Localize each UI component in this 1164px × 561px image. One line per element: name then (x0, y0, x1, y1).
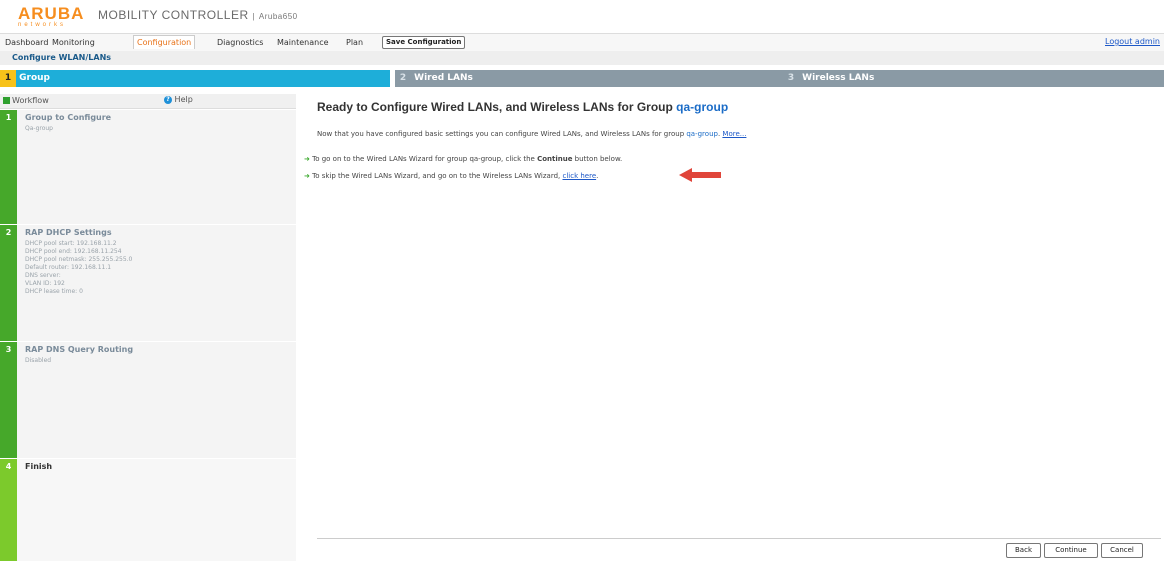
aruba-logo: ARUBA networks (18, 5, 84, 29)
step-number: 3 (5, 345, 12, 354)
step-label: Group (19, 73, 50, 83)
red-annotation-arrow-icon (679, 168, 721, 182)
intro-body: Now that you have configured basic setti… (317, 130, 687, 138)
intro-group-name: qa-group (686, 130, 718, 138)
workflow-tab[interactable]: Workflow (12, 96, 49, 105)
workflow-step-rap-dns[interactable]: 3 RAP DNS Query Routing Disabled (0, 342, 296, 458)
tab-plan[interactable]: Plan (343, 36, 366, 49)
step-detail: Disabled (25, 357, 52, 364)
main-heading: Ready to Configure Wired LANs, and Wirel… (317, 100, 728, 114)
logo-text: ARUBA (18, 4, 85, 23)
step-number: 1 (5, 113, 12, 122)
step-wired-lans[interactable]: 2 Wired LANs (395, 70, 783, 87)
intro-text: Now that you have configured basic setti… (317, 130, 747, 138)
product-name: MOBILITY CONTROLLER (98, 8, 249, 22)
tab-diagnostics[interactable]: Diagnostics (214, 36, 266, 49)
page-title: Configure WLAN/LANs (12, 53, 112, 62)
heading-group-name: qa-group (676, 100, 729, 114)
header: ARUBA networks MOBILITY CONTROLLER | Aru… (0, 0, 1164, 33)
step-title: Group to Configure (25, 113, 112, 122)
main-nav: Dashboard Monitoring Configuration Diagn… (0, 33, 1164, 52)
tab-configuration[interactable]: Configuration (133, 35, 196, 49)
help-label: Help (174, 95, 193, 104)
title-separator: | (252, 12, 256, 21)
step-number: 1 (0, 70, 16, 87)
step-number: 2 (5, 228, 12, 237)
cancel-button[interactable]: Cancel (1101, 543, 1143, 558)
step-number: 3 (787, 73, 795, 83)
continue-bold: Continue (537, 155, 573, 163)
heading-text: Ready to Configure Wired LANs, and Wirel… (317, 100, 677, 114)
step-bar (0, 110, 17, 224)
step-label: Wireless LANs (802, 73, 875, 83)
step-bar (0, 459, 17, 561)
click-here-link[interactable]: click here (562, 172, 596, 180)
step-bar (0, 225, 17, 341)
help-icon: ? (164, 95, 172, 104)
instruction-suffix: button below. (572, 155, 623, 163)
step-title: Finish (25, 462, 53, 471)
more-link[interactable]: More... (722, 130, 746, 138)
tab-dashboard[interactable]: Dashboard (2, 36, 51, 49)
logout-link[interactable]: Logout admin (1105, 37, 1160, 46)
instruction-text: To skip the Wired LANs Wizard, and go on… (312, 172, 563, 180)
workflow-step-group[interactable]: 1 Group to Configure Qa-group (0, 110, 296, 224)
instruction-continue: ➜ To go on to the Wired LANs Wizard for … (304, 155, 622, 163)
step-title: RAP DHCP Settings (25, 228, 112, 237)
workflow-step-finish[interactable]: 4 Finish (0, 459, 296, 561)
breadcrumb: Configure WLAN/LANs (0, 51, 1164, 65)
step-label: Wired LANs (414, 73, 473, 83)
instruction-skip: ➜ To skip the Wired LANs Wizard, and go … (304, 172, 598, 180)
tab-monitoring[interactable]: Monitoring (49, 36, 98, 49)
sidebar-header: Workflow ? Help (0, 94, 296, 109)
step-detail: DHCP pool start: 192.168.11.2 DHCP pool … (25, 240, 133, 295)
app-title: MOBILITY CONTROLLER | Aruba650 (98, 8, 298, 22)
footer-divider (317, 538, 1161, 539)
arrow-right-icon: ➜ (304, 172, 310, 180)
save-configuration-button[interactable]: Save Configuration (382, 36, 466, 49)
logo-sub: networks (18, 22, 67, 28)
help-tab[interactable]: ? Help (164, 95, 193, 104)
step-detail: Qa-group (25, 125, 53, 132)
step-title: RAP DNS Query Routing (25, 345, 134, 354)
back-button[interactable]: Back (1006, 543, 1041, 558)
step-group[interactable]: 1 Group (0, 70, 390, 87)
arrow-right-icon: ➜ (304, 155, 310, 163)
tab-maintenance[interactable]: Maintenance (274, 36, 332, 49)
step-number: 4 (5, 462, 12, 471)
controller-model: Aruba650 (258, 12, 298, 21)
instruction-suffix: . (596, 172, 599, 180)
workflow-step-rap-dhcp[interactable]: 2 RAP DHCP Settings DHCP pool start: 192… (0, 225, 296, 341)
step-number: 2 (399, 73, 407, 83)
continue-button[interactable]: Continue (1044, 543, 1098, 558)
step-bar (0, 342, 17, 458)
workflow-icon (3, 97, 10, 104)
instruction-text: To go on to the Wired LANs Wizard for gr… (312, 155, 538, 163)
step-wireless-lans[interactable]: 3 Wireless LANs (783, 70, 1164, 87)
